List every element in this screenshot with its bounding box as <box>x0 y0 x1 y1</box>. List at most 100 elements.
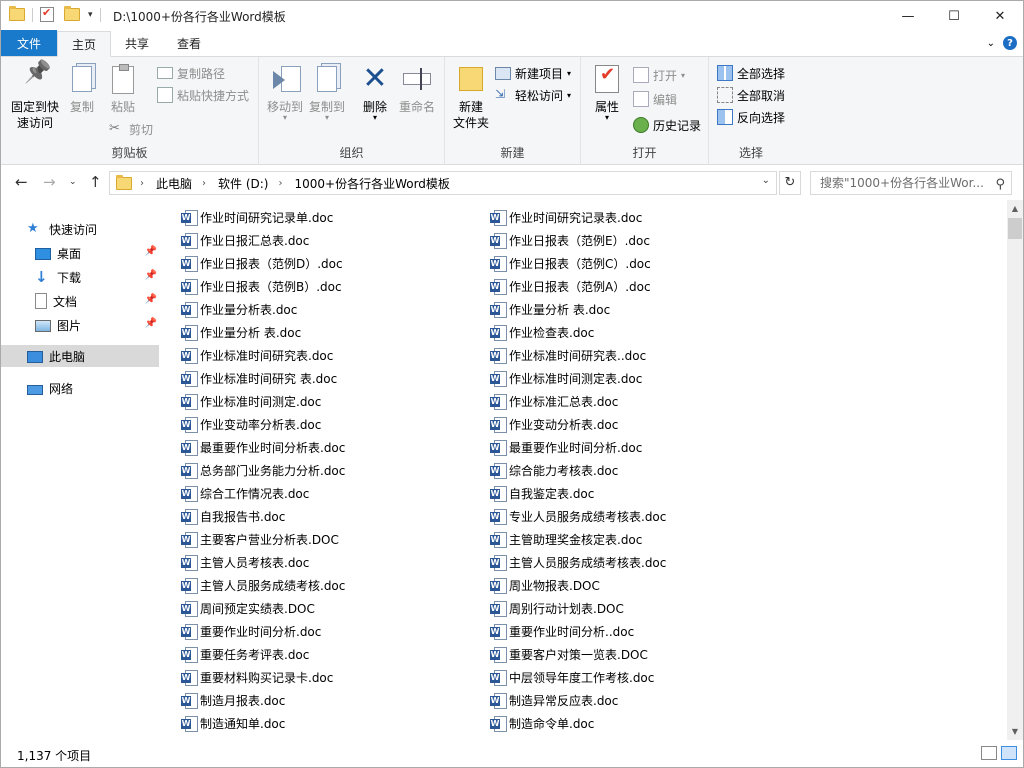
file-item[interactable]: 中层领导年度工作考核.doc <box>490 667 654 687</box>
paste-shortcut-button[interactable]: 粘贴快捷方式 <box>157 85 249 105</box>
nav-pictures[interactable]: 图片 📌 <box>35 314 159 336</box>
file-item[interactable]: 作业变动率分析表.doc <box>181 414 321 434</box>
file-item[interactable]: 作业日报汇总表.doc <box>181 230 309 250</box>
file-item[interactable]: 制造通知单.doc <box>181 713 285 733</box>
search-input[interactable]: 搜索"1000+份各行各业Wor... ⚲ <box>810 171 1012 195</box>
breadcrumb-this-pc[interactable]: 此电脑 <box>156 175 192 192</box>
new-item-button[interactable]: 新建项目 ▾ <box>495 63 571 83</box>
paste-button[interactable]: 粘贴 <box>103 63 143 115</box>
recent-locations-dropdown[interactable]: ⌄ <box>69 177 77 187</box>
file-item[interactable]: 制造异常反应表.doc <box>490 690 618 710</box>
file-item[interactable]: 制造月报表.doc <box>181 690 285 710</box>
nav-network[interactable]: 网络 <box>27 377 159 399</box>
file-item[interactable]: 重要作业时间分析.doc <box>181 621 321 641</box>
help-icon[interactable]: ? <box>1003 36 1017 50</box>
copy-to-button[interactable]: 复制到 ▾ <box>305 63 349 122</box>
properties-icon[interactable] <box>40 6 54 22</box>
scroll-up-arrow-icon[interactable]: ▲ <box>1007 200 1023 217</box>
file-item[interactable]: 作业标准时间研究表.doc <box>181 345 333 365</box>
file-item[interactable]: 周别行动计划表.DOC <box>490 598 624 618</box>
tab-file[interactable]: 文件 <box>1 30 58 56</box>
file-item[interactable]: 主管人员服务成绩考核表.doc <box>490 552 666 572</box>
file-item[interactable]: 作业量分析 表.doc <box>181 322 301 342</box>
file-item[interactable]: 重要客户对策一览表.DOC <box>490 644 648 664</box>
address-dropdown-icon[interactable]: ⌄ <box>762 175 770 186</box>
scroll-down-arrow-icon[interactable]: ▼ <box>1007 723 1023 740</box>
tab-share[interactable]: 共享 <box>111 31 163 56</box>
file-item[interactable]: 主管助理奖金核定表.doc <box>490 529 642 549</box>
edit-button[interactable]: 编辑 <box>633 89 677 109</box>
file-item[interactable]: 作业标准时间研究表..doc <box>490 345 646 365</box>
scroll-thumb[interactable] <box>1008 218 1022 239</box>
pin-quick-access-button[interactable]: 固定到快 速访问 <box>7 63 63 131</box>
file-item[interactable]: 作业标准时间研究 表.doc <box>181 368 337 388</box>
file-item[interactable]: 作业量分析表.doc <box>181 299 297 319</box>
close-button[interactable]: ✕ <box>977 1 1023 31</box>
file-item[interactable]: 主管人员服务成绩考核.doc <box>181 575 345 595</box>
file-item[interactable]: 主要客户营业分析表.DOC <box>181 529 339 549</box>
file-item[interactable]: 作业日报表（范例A）.doc <box>490 276 651 296</box>
file-item[interactable]: 综合工作情况表.doc <box>181 483 309 503</box>
maximize-button[interactable]: ☐ <box>931 1 977 31</box>
file-item[interactable]: 作业时间研究记录单.doc <box>181 207 333 227</box>
breadcrumb-drive-d[interactable]: 软件 (D:) <box>218 175 268 192</box>
properties-button[interactable]: 属性 ▾ <box>587 63 627 122</box>
file-item[interactable]: 自我鉴定表.doc <box>490 483 594 503</box>
select-all-button[interactable]: 全部选择 <box>717 63 785 83</box>
file-item[interactable]: 最重要作业时间分析表.doc <box>181 437 345 457</box>
copy-button[interactable]: 复制 <box>63 63 101 115</box>
file-item[interactable]: 周间预定实绩表.DOC <box>181 598 315 618</box>
file-item[interactable]: 作业时间研究记录表.doc <box>490 207 642 227</box>
file-item[interactable]: 作业标准时间测定表.doc <box>490 368 642 388</box>
copy-path-button[interactable]: 复制路径 <box>157 63 225 83</box>
chevron-right-icon[interactable]: › <box>202 178 206 189</box>
file-item[interactable]: 重要材料购买记录卡.doc <box>181 667 333 687</box>
list-view-icon[interactable] <box>1001 746 1017 760</box>
file-item[interactable]: 作业量分析 表.doc <box>490 299 610 319</box>
file-item[interactable]: 作业日报表（范例D）.doc <box>181 253 343 273</box>
chevron-right-icon[interactable]: › <box>278 178 282 189</box>
file-item[interactable]: 作业变动分析表.doc <box>490 414 618 434</box>
minimize-button[interactable]: — <box>885 1 931 31</box>
open-button[interactable]: 打开 ▾ <box>633 65 685 85</box>
file-item[interactable]: 总务部门业务能力分析.doc <box>181 460 345 480</box>
file-item[interactable]: 专业人员服务成绩考核表.doc <box>490 506 666 526</box>
delete-button[interactable]: ✕ 删除 ▾ <box>357 63 393 122</box>
nav-documents[interactable]: 文档 📌 <box>35 290 159 312</box>
up-button[interactable]: ↑ <box>89 173 102 191</box>
cut-button[interactable]: ✂ 剪切 <box>109 119 153 139</box>
back-button[interactable]: ← <box>15 173 28 191</box>
history-button[interactable]: 历史记录 <box>633 115 701 135</box>
file-item[interactable]: 制造命令单.doc <box>490 713 594 733</box>
vertical-scrollbar[interactable]: ▲ ▼ <box>1007 200 1023 740</box>
forward-button[interactable]: → <box>43 173 56 191</box>
file-item[interactable]: 作业标准汇总表.doc <box>490 391 618 411</box>
chevron-right-icon[interactable]: › <box>140 178 144 189</box>
breadcrumb-folder[interactable]: 1000+份各行各业Word模板 <box>294 175 449 192</box>
move-to-button[interactable]: 移动到 ▾ <box>263 63 307 122</box>
easy-access-button[interactable]: ⇲ 轻松访问 ▾ <box>495 85 571 105</box>
file-item[interactable]: 自我报告书.doc <box>181 506 285 526</box>
tab-home[interactable]: 主页 <box>57 31 112 57</box>
customize-toolbar-dropdown[interactable]: ▾ <box>88 10 93 20</box>
nav-desktop[interactable]: 桌面 📌 <box>35 242 159 264</box>
file-item[interactable]: 作业标准时间测定.doc <box>181 391 321 411</box>
invert-selection-button[interactable]: 反向选择 <box>717 107 785 127</box>
new-folder-icon[interactable] <box>64 6 80 21</box>
details-view-icon[interactable] <box>981 746 997 760</box>
refresh-button[interactable]: ↻ <box>779 171 801 195</box>
file-item[interactable]: 周业物报表.DOC <box>490 575 600 595</box>
nav-quick-access[interactable]: ★ 快速访问 <box>27 218 159 240</box>
file-item[interactable]: 作业检查表.doc <box>490 322 594 342</box>
tab-view[interactable]: 查看 <box>163 31 215 56</box>
file-item[interactable]: 重要作业时间分析..doc <box>490 621 634 641</box>
file-item[interactable]: 综合能力考核表.doc <box>490 460 618 480</box>
file-item[interactable]: 最重要作业时间分析.doc <box>490 437 642 457</box>
rename-button[interactable]: 重命名 <box>395 63 439 115</box>
file-item[interactable]: 作业日报表（范例C）.doc <box>490 253 651 273</box>
address-bar[interactable]: › 此电脑 › 软件 (D:) › 1000+份各行各业Word模板 ⌄ <box>109 171 777 195</box>
file-item[interactable]: 重要任务考评表.doc <box>181 644 309 664</box>
select-none-button[interactable]: 全部取消 <box>717 85 785 105</box>
file-item[interactable]: 作业日报表（范例E）.doc <box>490 230 650 250</box>
nav-downloads[interactable]: ↓ 下载 📌 <box>35 266 159 288</box>
